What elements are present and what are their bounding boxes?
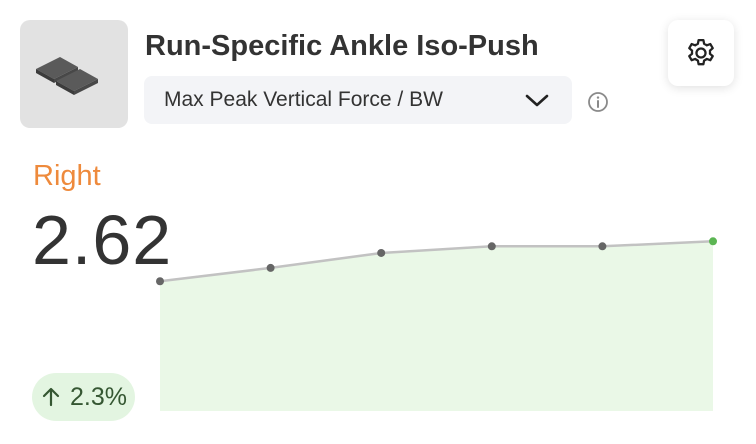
sparkline-point (487, 242, 496, 251)
settings-button[interactable] (668, 20, 734, 86)
side-label: Right (33, 160, 101, 192)
sparkline-point (266, 263, 275, 272)
metric-select-value: Max Peak Vertical Force / BW (164, 88, 443, 111)
sparkline-point (709, 237, 717, 246)
sparkline-point (377, 248, 386, 257)
arrow-up-icon (42, 387, 60, 407)
sparkline-line (159, 240, 714, 283)
test-thumbnail (20, 20, 128, 128)
sparkline-point (598, 242, 607, 251)
force-plates-icon (36, 57, 98, 95)
trend-badge: 2.3% (32, 373, 135, 421)
metric-select[interactable]: Max Peak Vertical Force / BW (144, 76, 572, 124)
metric-card: Run-Specific Ankle Iso-Push Max Peak Ver… (0, 0, 756, 444)
info-icon[interactable] (587, 91, 609, 113)
chevron-down-icon (525, 94, 549, 107)
trend-percentage: 2.3% (70, 382, 127, 411)
test-title: Run-Specific Ankle Iso-Push (145, 30, 539, 62)
gear-icon (688, 38, 714, 66)
sparkline-area (160, 241, 713, 411)
metric-value: 2.62 (32, 201, 173, 279)
